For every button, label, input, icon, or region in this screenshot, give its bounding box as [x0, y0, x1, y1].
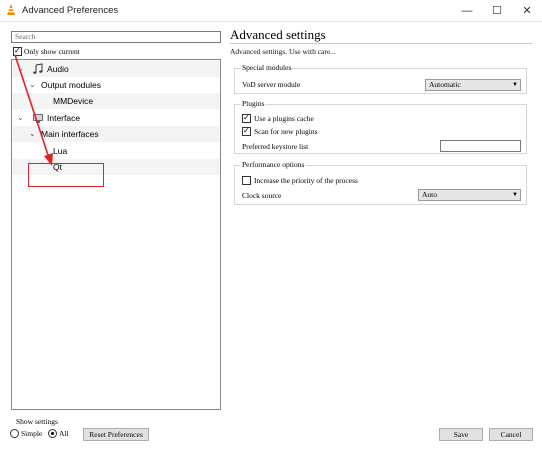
tree-item-audio[interactable]: ⌄ Audio — [12, 61, 220, 77]
tree-item-lua[interactable]: Lua — [12, 143, 220, 159]
scan-new-plugins-label: Scan for new plugins — [254, 127, 318, 136]
tree-item-label: Interface — [47, 113, 81, 123]
chevron-down-icon[interactable]: ⌄ — [17, 61, 24, 77]
increase-priority-label: Increase the priority of the process — [254, 176, 358, 185]
tree-item-label: Lua — [53, 146, 68, 156]
show-settings-group: Show settings Simple All — [8, 417, 78, 443]
clock-source-label: Clock source — [242, 191, 282, 200]
music-note-icon — [33, 63, 43, 74]
title-divider — [230, 43, 532, 44]
tree-item-label: Output modules — [41, 80, 102, 90]
performance-options-group: Performance options Increase the priorit… — [234, 160, 527, 205]
tree-item-main-interfaces[interactable]: ⌄ Main interfaces — [12, 126, 220, 142]
tree-item-mmdevice[interactable]: MMDevice — [12, 93, 220, 109]
chevron-down-icon[interactable]: ⌄ — [29, 77, 36, 93]
title-bar: Advanced Preferences — ☐ ✕ — [0, 0, 542, 22]
clock-source-select[interactable]: Auto ▼ — [418, 189, 521, 201]
close-button[interactable]: ✕ — [512, 0, 542, 22]
interface-icon — [33, 114, 43, 123]
simple-radio[interactable] — [10, 429, 19, 438]
reset-preferences-button[interactable]: Reset Preferences — [83, 428, 149, 441]
simple-label: Simple — [21, 429, 43, 438]
category-tree[interactable]: ⌄ Audio ⌄ Output modules MMDevice ⌄ Inte… — [11, 59, 221, 410]
cancel-button[interactable]: Cancel — [489, 428, 533, 441]
plugins-group: Plugins Use a plugins cache Scan for new… — [234, 99, 527, 154]
page-title: Advanced settings — [230, 27, 326, 42]
minimize-button[interactable]: — — [452, 0, 482, 22]
special-modules-group: Special modules VoD server module Automa… — [234, 63, 527, 94]
show-settings-label: Show settings — [16, 417, 58, 426]
increase-priority-checkbox[interactable] — [242, 176, 251, 185]
tree-item-label: MMDevice — [53, 96, 94, 106]
chevron-down-icon: ▼ — [512, 82, 518, 88]
page-subtitle: Advanced settings. Use with care... — [230, 47, 336, 56]
tree-item-label: Audio — [47, 64, 69, 74]
all-label: All — [59, 429, 69, 438]
tree-item-label: Main interfaces — [41, 129, 99, 139]
highlight-box — [28, 163, 104, 187]
all-radio[interactable] — [48, 429, 57, 438]
save-button[interactable]: Save — [439, 428, 483, 441]
window-title: Advanced Preferences — [22, 5, 119, 16]
vlc-cone-icon — [7, 4, 15, 15]
tree-item-output-modules[interactable]: ⌄ Output modules — [12, 77, 220, 93]
group-title: Performance options — [241, 160, 306, 169]
vod-server-label: VoD server module — [242, 80, 301, 89]
search-input[interactable]: Search — [11, 31, 221, 43]
vod-server-value: Automatic — [429, 80, 461, 89]
vod-server-select[interactable]: Automatic ▼ — [425, 79, 521, 91]
only-show-current-checkbox[interactable] — [13, 46, 22, 56]
tree-item-interface[interactable]: ⌄ Interface — [12, 110, 220, 126]
only-show-current-label: Only show current — [24, 47, 80, 56]
keystore-list-label: Preferred keystore list — [242, 142, 309, 151]
scan-new-plugins-checkbox[interactable] — [242, 126, 251, 136]
group-title: Special modules — [241, 63, 293, 72]
chevron-down-icon[interactable]: ⌄ — [17, 110, 24, 126]
chevron-down-icon[interactable]: ⌄ — [29, 126, 36, 142]
use-plugins-cache-checkbox[interactable] — [242, 113, 251, 123]
keystore-list-input[interactable] — [440, 140, 521, 152]
maximize-button[interactable]: ☐ — [482, 0, 512, 22]
chevron-down-icon: ▼ — [512, 192, 518, 198]
use-plugins-cache-label: Use a plugins cache — [254, 114, 314, 123]
group-title: Plugins — [241, 99, 266, 108]
clock-source-value: Auto — [422, 190, 437, 199]
